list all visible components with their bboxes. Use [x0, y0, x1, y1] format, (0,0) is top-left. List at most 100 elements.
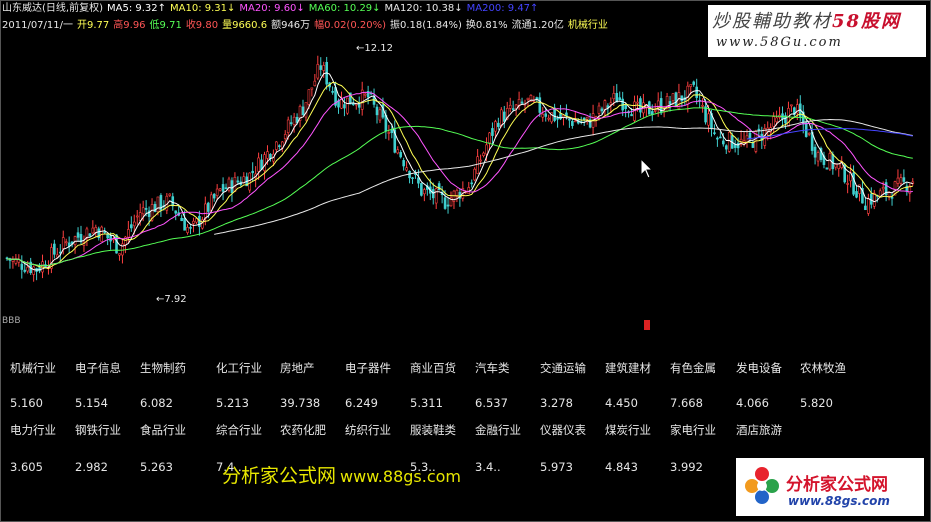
candle-body: [689, 84, 693, 87]
sector-name[interactable]: 汽车类: [475, 360, 510, 376]
candle-body: [206, 202, 210, 212]
candle-body: [609, 102, 613, 105]
sector-name[interactable]: 金融行业: [475, 422, 521, 438]
candle-body: [571, 120, 574, 126]
candle-body: [212, 193, 216, 199]
candle-body: [32, 266, 35, 275]
candle-body: [402, 160, 405, 167]
candle-body: [520, 101, 524, 104]
sector-name[interactable]: 农药化肥: [280, 422, 326, 438]
sector-name[interactable]: 电力行业: [10, 422, 56, 438]
candle-body: [816, 152, 820, 162]
sector-value: 7.668: [670, 396, 703, 410]
candle-body: [127, 229, 130, 238]
candle-body: [485, 144, 488, 155]
sector-name[interactable]: 农林牧渔: [800, 360, 846, 376]
indicator-panel-label: BBB: [2, 316, 21, 326]
sector-value: 5.820: [800, 396, 833, 410]
candle-body: [704, 106, 707, 123]
candle-body: [88, 233, 92, 237]
candle-body: [473, 168, 476, 181]
candle-body: [727, 131, 731, 152]
candle-body: [742, 140, 746, 143]
sector-name[interactable]: 钢铁行业: [75, 422, 121, 438]
candle-body: [390, 129, 394, 133]
sector-value: 5.263: [140, 460, 173, 474]
sector-name[interactable]: 仪器仪表: [540, 422, 586, 438]
candle-body: [630, 114, 633, 117]
candle-body: [109, 235, 112, 242]
candle-body: [405, 167, 408, 171]
candle-body: [790, 104, 793, 107]
candle-body: [378, 109, 382, 121]
candle-body: [61, 237, 65, 249]
candle-body: [502, 111, 506, 122]
sector-name[interactable]: 商业百货: [410, 360, 456, 376]
sector-name[interactable]: 电子器件: [345, 360, 391, 376]
candle-body: [53, 243, 56, 255]
ma-legend-item: 山东威达(日线,前复权): [2, 3, 103, 14]
candle-body: [257, 157, 260, 172]
ma-legend-item: MA60: 10.29↓: [308, 3, 381, 14]
sector-name[interactable]: 综合行业: [216, 422, 262, 438]
candle-body: [195, 218, 198, 223]
sector-name[interactable]: 发电设备: [736, 360, 782, 376]
sector-value: 39.738: [280, 396, 321, 410]
sector-name[interactable]: 生物制药: [140, 360, 186, 376]
candle-body: [864, 205, 867, 211]
candle-body: [585, 116, 589, 120]
sector-name[interactable]: 家电行业: [670, 422, 716, 438]
candle-body: [899, 177, 903, 184]
sector-name[interactable]: 食品行业: [140, 422, 186, 438]
candle-body: [73, 236, 77, 245]
candle-body: [553, 107, 556, 121]
sector-value: 3.4..: [475, 460, 501, 474]
candle-body: [867, 198, 870, 214]
candle-body: [286, 119, 290, 133]
candle-body: [310, 87, 314, 90]
sector-name[interactable]: 化工行业: [216, 360, 262, 376]
candle-body: [375, 106, 379, 116]
candle-body: [482, 152, 485, 156]
candle-body: [479, 159, 482, 162]
candle-body: [724, 145, 728, 150]
candle-body: [535, 97, 539, 100]
sector-name[interactable]: 机械行业: [10, 360, 56, 376]
candle-body: [813, 146, 817, 158]
ma5-line: [6, 72, 913, 271]
sector-name[interactable]: 煤炭行业: [605, 422, 651, 438]
candle-body: [186, 226, 189, 233]
candle-body: [331, 90, 334, 93]
candle-body: [144, 208, 148, 210]
ohlc-info-item: 低9.71: [149, 20, 182, 31]
sector-name[interactable]: 有色金属: [670, 360, 716, 376]
ohlc-info-item: 振0.18(1.84%): [390, 20, 462, 31]
ohlc-info-item: 收9.80: [185, 20, 219, 31]
sector-name[interactable]: 建筑建材: [605, 360, 651, 376]
candle-body: [26, 266, 30, 272]
candle-body: [91, 227, 95, 234]
sector-value: 5.213: [216, 396, 249, 410]
candle-body: [665, 96, 669, 112]
sector-name[interactable]: 酒店旅游: [736, 422, 782, 438]
ohlc-info-item: 幅0.02(0.20%): [314, 20, 387, 31]
candle-body: [547, 117, 550, 120]
ohlc-info-item: 高9.96: [113, 20, 146, 31]
sector-name[interactable]: 纺织行业: [345, 422, 391, 438]
candle-body: [491, 128, 494, 136]
ma-legend-item: MA10: 9.31↓: [170, 3, 236, 14]
candle-body: [692, 81, 696, 85]
sector-name[interactable]: 交通运输: [540, 360, 586, 376]
candle-body: [825, 167, 829, 170]
candle-body: [612, 93, 616, 100]
sector-name[interactable]: 电子信息: [75, 360, 121, 376]
sector-value: 4.066: [736, 396, 769, 410]
candle-body: [76, 232, 80, 238]
candle-body: [23, 269, 27, 272]
sector-value: 5.973: [540, 460, 573, 474]
sector-name[interactable]: 服装鞋类: [410, 422, 456, 438]
candlestick-series: [5, 55, 915, 282]
sector-name[interactable]: 房地产: [280, 360, 315, 376]
moving-average-lines: [6, 72, 913, 271]
ohlc-info-item: 量9660.6: [222, 20, 268, 31]
